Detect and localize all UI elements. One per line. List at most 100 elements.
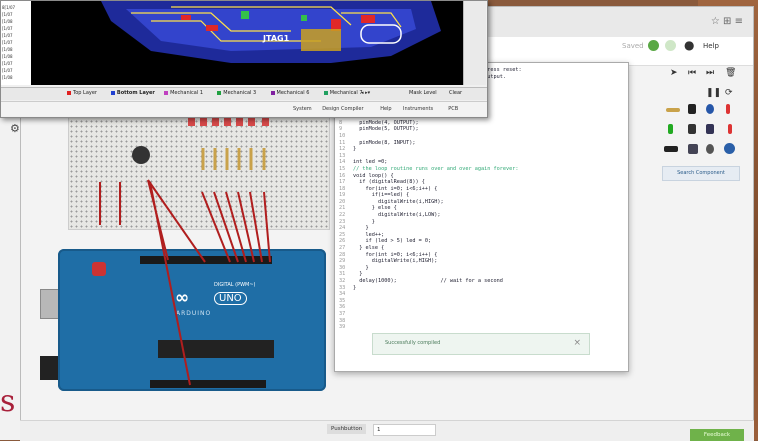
layer-color-swatch [110,90,115,95]
line-number: 12 [339,146,346,153]
pcb-board-drawing [101,1,441,63]
code-line[interactable]: 36 [339,304,624,311]
line-number: 8 [339,119,343,126]
line-number: 31 [339,271,346,278]
potentiometer-component-icon[interactable] [706,104,714,114]
line-number: 9 [339,126,343,133]
code-line[interactable]: 27 } else { [339,245,624,252]
code-line[interactable]: 39 [339,324,624,331]
line-text: } [353,225,369,232]
line-number: 22 [339,212,346,219]
line-text: } [353,284,357,291]
code-line[interactable]: 37 [339,311,624,318]
pcb-layer-tab[interactable]: Mechanical 3 [217,90,256,96]
code-line[interactable]: 10 [339,133,624,140]
motor-icon[interactable] [688,144,698,154]
green-led-icon[interactable] [668,124,673,134]
pointer-icon[interactable]: ➤ [670,68,678,78]
pause-icon[interactable]: ❚❚ [706,88,721,98]
code-line[interactable]: 19 if(i==led) { [339,192,624,199]
pcb-net-item[interactable]: [1/07 [2,26,13,31]
line-text: // the loop routine runs over and over a… [353,165,519,172]
pcb-menu-item[interactable]: PCB [448,106,458,112]
line-text: if (led > 5) led = 0; [353,238,432,245]
code-line[interactable]: 8 pinMode(4, OUTPUT); [339,120,624,127]
pcb-canvas[interactable]: JTAG1 [31,1,463,85]
photoresistor-icon[interactable] [724,143,735,154]
step-forward-icon[interactable]: ⏭ [706,68,714,78]
code-line[interactable]: 21 } else { [339,205,624,212]
line-number: 38 [339,317,346,324]
code-line[interactable]: 22 digitalWrite(i,LOW); [339,212,624,219]
code-line[interactable]: 13 [339,153,624,160]
pcb-layer-tab[interactable]: Bottom Layer [110,90,155,96]
code-line[interactable]: 35 [339,298,624,305]
code-line[interactable]: 9 pinMode(5, OUTPUT); [339,126,624,133]
led-red-icon[interactable] [728,124,732,134]
code-line[interactable]: 17 if (digitalRead(8)) { [339,179,624,186]
code-line[interactable]: 15 // the loop routine runs over and over… [339,166,624,173]
battery-icon[interactable] [664,146,678,152]
buzzer-icon[interactable] [706,144,714,154]
pcb-net-item[interactable]: [1/07 [2,33,13,38]
pcb-menu-item[interactable]: Help [380,106,391,112]
pcb-net-item[interactable]: [1/07 [2,40,13,45]
layer-color-swatch [217,90,222,95]
pcb-layer-tab[interactable]: Mechanical 1 [164,90,203,96]
code-line[interactable]: 23 } [339,219,624,226]
code-line[interactable]: 30 } [339,265,624,272]
pcb-layer-tab[interactable]: Mechanical 6 [270,90,309,96]
trash-icon[interactable]: 🗑 [725,68,736,78]
code-line[interactable]: 16 void loop() { [339,173,624,180]
line-text: if(i==led) { [353,192,410,199]
sensor-icon[interactable] [706,124,714,134]
pcb-net-item[interactable]: [1/08 [2,54,13,59]
resistor-component-icon[interactable] [666,108,680,112]
code-line[interactable]: 20 digitalWrite(i,HIGH); [339,199,624,206]
pcb-menu-item[interactable]: Instruments [403,106,433,112]
code-line[interactable]: 26 if (led > 5) led = 0; [339,238,624,245]
pcb-net-item[interactable]: [1/08 [2,47,13,52]
code-line[interactable]: 11 pinMode(8, INPUT); [339,140,624,147]
line-text: } [353,271,363,278]
pcb-layer-tab[interactable]: Mechanical 7 [323,90,363,96]
pcb-side-panel[interactable] [463,1,486,85]
feedback-button[interactable]: Feedback [690,429,744,441]
pcb-net-item[interactable]: [1/07 [2,68,13,73]
line-number: 14 [339,159,346,166]
code-line[interactable]: 31 } [339,271,624,278]
pcb-net-item[interactable]: [1/07 [2,12,13,17]
code-line[interactable]: 12} [339,146,624,153]
rotate-icon[interactable]: ⟳ [725,88,733,98]
pcb-tab-tab-more[interactable]: ◂ ▸▾ [361,90,370,96]
code-line[interactable]: 14 int led =0; [339,159,624,166]
pcb-net-list[interactable]: 8[1/07 [1/07 [1/08 [1/07 [1/07 [1/07 [1/08 [1/0… [1,1,32,85]
code-line[interactable]: 33} [339,285,624,292]
layer-tab-label: Mechanical 7 [329,90,363,96]
search-component-button[interactable]: Search Component [662,166,740,181]
line-number: 15 [339,165,346,172]
code-line[interactable]: 34 [339,291,624,298]
code-line[interactable]: 29 digitalWrite(i,HIGH); [339,258,624,265]
step-back-icon[interactable]: ⏮ [688,68,696,78]
code-line[interactable]: 28 for(int i=0; i<6;i++) { [339,252,624,259]
pcb-tab-clear[interactable]: Clear [449,90,462,96]
button-component-icon[interactable] [688,104,696,114]
pcb-net-item[interactable]: [1/08 [2,19,13,24]
pushbutton-value-field[interactable]: 1 [373,424,436,436]
pcb-net-item[interactable]: [1/08 [2,75,13,80]
code-line[interactable]: 25 led++; [339,232,624,239]
code-line[interactable]: 32 delay(1000); // wait for a second [339,278,624,285]
pcb-layer-tab[interactable]: Top Layer [67,90,97,96]
code-line[interactable]: 18 for(int i=0; i<6;i++) { [339,186,624,193]
transistor-icon[interactable] [688,124,696,134]
pcb-tab-mask-level[interactable]: Mask Level [409,90,437,96]
pcb-net-item[interactable]: [1/07 [2,61,13,66]
close-icon[interactable]: × [573,338,581,348]
pcb-net-item[interactable]: 8[1/07 [2,5,15,10]
pcb-menu-item[interactable]: System [293,106,312,112]
pcb-menu-item[interactable]: Design Compiler [322,106,363,112]
code-line[interactable]: 38 [339,318,624,325]
code-line[interactable]: 24 } [339,225,624,232]
led-component-icon[interactable] [726,104,730,114]
